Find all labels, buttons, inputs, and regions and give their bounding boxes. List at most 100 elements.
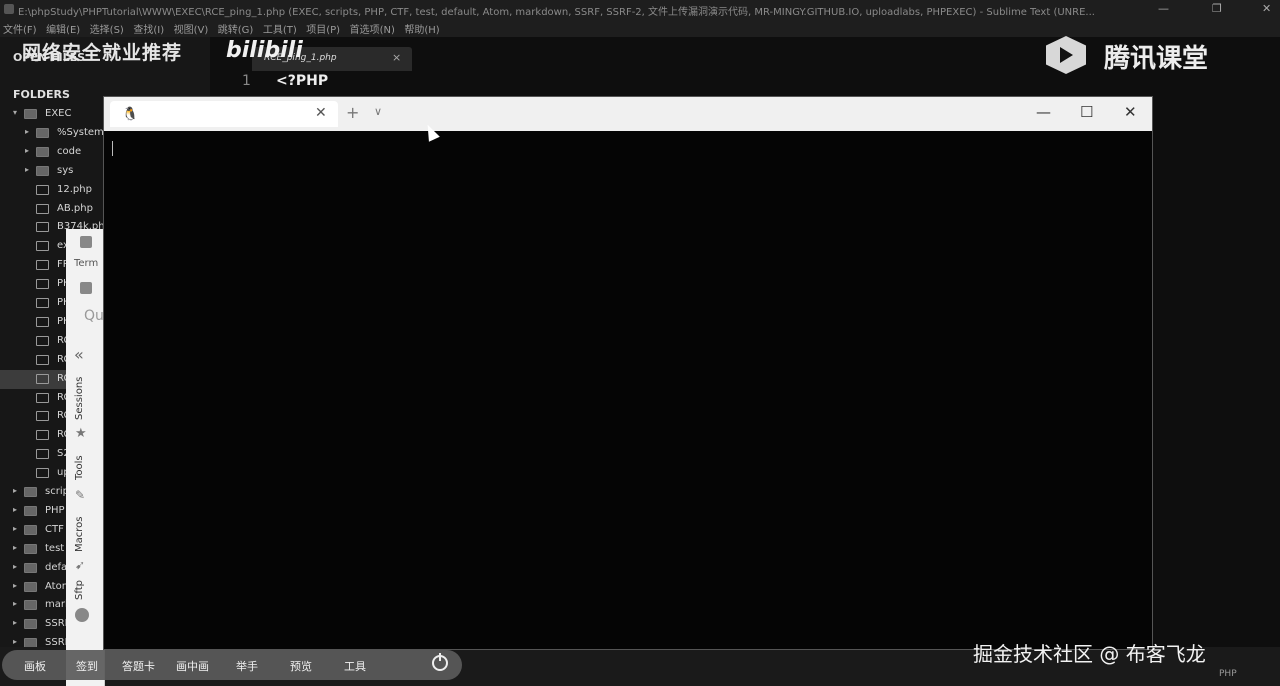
file-icon	[36, 184, 49, 195]
toolbar-tools[interactable]: 工具	[344, 658, 366, 674]
code-line[interactable]: <?PHP	[276, 73, 328, 89]
file-icon	[36, 468, 49, 479]
tree-item-label: AB.php	[57, 202, 93, 214]
menu-help[interactable]: 帮助(H)	[401, 19, 442, 38]
folder-icon	[24, 619, 37, 630]
menu-file[interactable]: 文件(F)	[0, 19, 40, 38]
close-button[interactable]: ✕	[1262, 2, 1271, 15]
chevron-right-icon[interactable]: ▸	[13, 486, 17, 495]
terminal-cursor[interactable]	[112, 141, 113, 156]
file-icon	[36, 260, 49, 271]
toolbar-answer-card[interactable]: 答题卡	[122, 658, 155, 674]
folder-icon	[36, 165, 49, 176]
folder-icon	[24, 109, 37, 119]
toolbar-pip[interactable]: 画中画	[176, 658, 209, 674]
chevron-right-icon[interactable]: ▸	[25, 146, 29, 155]
menu-view[interactable]: 视图(V)	[171, 19, 212, 38]
tree-item-label: %System	[57, 126, 104, 138]
folders-heading: FOLDERS	[13, 88, 70, 101]
tree-item-label: EXEC	[45, 108, 72, 119]
window-titlebar: E:\phpStudy\PHPTutorial\WWW\EXEC\RCE_pin…	[0, 0, 1280, 19]
star-icon[interactable]: ★	[75, 426, 87, 441]
folder-icon	[24, 600, 37, 611]
chevron-right-icon[interactable]: ▸	[13, 581, 17, 590]
tree-item-label: code	[57, 145, 82, 157]
menu-edit[interactable]: 编辑(E)	[43, 19, 83, 38]
menu-project[interactable]: 项目(P)	[303, 19, 343, 38]
file-icon	[36, 298, 49, 308]
chevron-right-icon[interactable]: ▸	[25, 127, 29, 136]
line-number: 1	[242, 73, 251, 89]
terminal-minimize-button[interactable]: —	[1036, 103, 1051, 121]
chevron-right-icon[interactable]: ▸	[13, 543, 17, 552]
menu-find[interactable]: 查找(I)	[130, 19, 167, 38]
tencent-classroom-logo: 腾讯课堂	[1044, 36, 1244, 74]
tree-item-label: defa	[45, 561, 68, 573]
status-language[interactable]: PHP	[1219, 669, 1237, 679]
power-icon[interactable]	[432, 653, 448, 671]
folder-icon	[24, 581, 37, 592]
tree-item-label: sys	[57, 164, 74, 176]
maximize-button[interactable]: ❐	[1212, 2, 1222, 15]
rocket-icon[interactable]: ➹	[75, 558, 85, 572]
terminal-tab-close-icon[interactable]: ✕	[315, 105, 327, 121]
menu-goto[interactable]: 跳转(G)	[215, 19, 257, 38]
terminal-tab[interactable]: 🐧 ✕	[110, 101, 338, 127]
window-title: E:\phpStudy\PHPTutorial\WWW\EXEC\RCE_pin…	[18, 7, 1095, 18]
file-icon	[36, 203, 49, 214]
terminal-close-button[interactable]: ✕	[1124, 103, 1137, 121]
chevron-right-icon[interactable]: ▸	[13, 599, 17, 608]
app-icon	[80, 236, 92, 248]
collapse-chevron-icon[interactable]: «	[74, 345, 84, 364]
file-icon	[36, 373, 49, 384]
tools-tab[interactable]: Tools	[74, 455, 85, 480]
file-icon	[36, 354, 49, 365]
file-icon	[36, 241, 49, 252]
play-icon	[1060, 47, 1073, 63]
terminal-maximize-button[interactable]: ☐	[1080, 103, 1093, 121]
tree-item-label: PHP	[45, 504, 65, 516]
menu-selection[interactable]: 选择(S)	[87, 19, 127, 38]
folder-icon	[24, 562, 37, 573]
watermark-text: 网络安全就业推荐	[22, 42, 183, 64]
sftp-icon[interactable]	[75, 608, 89, 622]
chevron-right-icon[interactable]: ▸	[13, 562, 17, 571]
toolbar-raise-hand[interactable]: 举手	[236, 658, 258, 674]
toolbar-whiteboard[interactable]: 画板	[24, 658, 46, 674]
menu-bar: 文件(F) 编辑(E) 选择(S) 查找(I) 视图(V) 跳转(G) 工具(T…	[0, 19, 1280, 37]
file-icon	[36, 316, 49, 327]
tree-item-label: 12.php	[57, 183, 92, 195]
chevron-right-icon[interactable]: ▸	[13, 505, 17, 514]
chevron-right-icon[interactable]: ▸	[13, 637, 17, 646]
chevron-right-icon[interactable]: ▸	[13, 618, 17, 627]
menu-tools[interactable]: 工具(T)	[260, 19, 300, 38]
folder-icon	[36, 127, 49, 138]
chevron-down-icon[interactable]: ▾	[13, 108, 17, 117]
tools-icon[interactable]: ✎	[75, 488, 85, 502]
credit-watermark: 掘金技术社区 @ 布客飞龙	[973, 642, 1206, 666]
tab-close-icon[interactable]: ×	[392, 51, 401, 64]
quick-label: Qu	[84, 308, 104, 324]
minimize-button[interactable]: —	[1158, 2, 1169, 15]
sublime-app-icon	[4, 4, 14, 14]
folder-icon	[24, 505, 37, 516]
new-tab-button[interactable]: +	[346, 103, 359, 122]
tab-dropdown-icon[interactable]: ∨	[374, 105, 382, 118]
chevron-right-icon[interactable]: ▸	[13, 524, 17, 533]
tencent-classroom-text: 腾讯课堂	[1104, 44, 1209, 74]
tree-item-label: test	[45, 542, 65, 554]
toolbar-preview[interactable]: 预览	[290, 658, 312, 674]
file-icon	[36, 335, 49, 346]
mic-icon[interactable]	[80, 282, 92, 294]
sessions-tab[interactable]: Sessions	[74, 377, 85, 420]
file-icon	[36, 279, 49, 290]
linux-penguin-icon: 🐧	[122, 107, 139, 122]
toolbar-checkin[interactable]: 签到	[76, 658, 98, 674]
chevron-right-icon[interactable]: ▸	[25, 165, 29, 174]
macros-tab[interactable]: Macros	[74, 517, 85, 552]
terminal-titlebar: 🐧 ✕ + ∨ — ☐ ✕	[104, 97, 1152, 131]
sftp-tab[interactable]: Sftp	[74, 580, 85, 600]
folder-icon	[24, 524, 37, 535]
menu-preferences[interactable]: 首选项(N)	[347, 19, 398, 38]
classroom-toolbar: 画板 签到 答题卡 画中画 举手 预览 工具	[2, 650, 462, 680]
